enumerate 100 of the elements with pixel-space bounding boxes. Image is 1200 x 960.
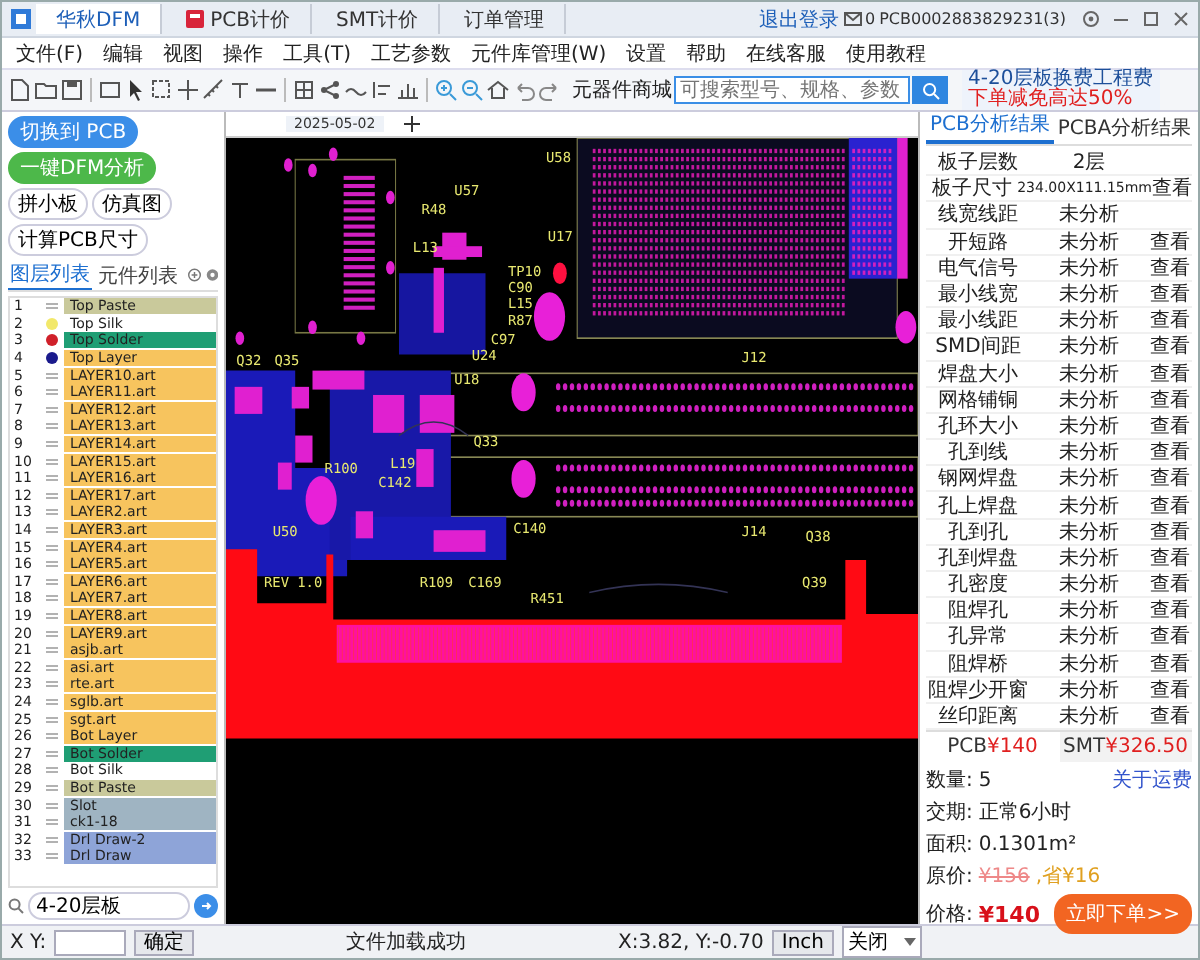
menu-item[interactable]: 使用教程: [836, 39, 937, 67]
chart-icon[interactable]: [396, 78, 420, 102]
app-tab[interactable]: 订单管理: [444, 4, 567, 34]
pointer-icon[interactable]: [124, 78, 148, 102]
view-link[interactable]: 查看: [1148, 332, 1192, 361]
view-link[interactable]: 查看: [1148, 622, 1192, 651]
folder-icon[interactable]: [34, 78, 58, 102]
tool-button[interactable]: 计算PCB尺寸: [8, 224, 148, 256]
view-link[interactable]: 查看: [1148, 517, 1192, 546]
saving-text: ,省¥16: [1035, 863, 1101, 891]
menu-item[interactable]: 操作: [213, 39, 274, 67]
save-icon[interactable]: [60, 78, 84, 102]
logout-link[interactable]: 退出登录: [759, 5, 839, 33]
mode-dropdown[interactable]: 关闭: [842, 926, 922, 958]
zoom-out-icon[interactable]: [460, 78, 484, 102]
menu-item[interactable]: 视图: [153, 39, 214, 67]
measure-icon[interactable]: [202, 78, 226, 102]
menu-item[interactable]: 工艺参数: [360, 39, 461, 67]
tool-button[interactable]: 拼小板: [8, 188, 88, 220]
color-dot[interactable]: [45, 352, 57, 365]
check-result: 未分析: [1057, 597, 1121, 625]
view-link[interactable]: 查看: [1148, 702, 1192, 731]
view-link[interactable]: 查看: [1148, 359, 1192, 388]
view-link[interactable]: 查看: [1148, 253, 1192, 282]
account-id: PCB0002883829231(3): [879, 10, 1066, 28]
menu-item[interactable]: 设置: [616, 39, 677, 67]
price-label: 价格:: [926, 901, 973, 929]
command-field[interactable]: 4-20层板: [28, 892, 190, 920]
check-result: 未分析: [1057, 651, 1121, 678]
view-link[interactable]: 查看: [1148, 438, 1192, 467]
settings-icon[interactable]: [205, 266, 218, 284]
select-box-icon[interactable]: [150, 78, 174, 102]
check-label: 孔环大小: [936, 413, 1020, 440]
close-icon[interactable]: [1172, 10, 1190, 28]
undo-icon[interactable]: [512, 78, 536, 102]
check-label: 阻焊桥: [946, 651, 1010, 678]
result-tab[interactable]: PCB分析结果: [926, 110, 1054, 144]
original-price-label: 原价:: [926, 864, 973, 891]
view-link[interactable]: 查看: [1148, 464, 1192, 493]
check-result: 未分析: [1057, 545, 1121, 572]
check-result: 未分析: [1057, 387, 1121, 414]
view-link[interactable]: 查看: [1148, 543, 1192, 572]
align-icon[interactable]: [370, 78, 394, 102]
panel-tab[interactable]: 元件列表: [96, 261, 180, 289]
menu-item[interactable]: 文件(F): [6, 39, 94, 67]
menu-item[interactable]: 编辑: [93, 39, 154, 67]
store-search-field[interactable]: 可搜索型号、规格、参数: [674, 76, 910, 104]
new-file-icon[interactable]: [8, 78, 32, 102]
app-tab[interactable]: SMT计价: [315, 4, 441, 34]
menu-item[interactable]: 在线客服: [736, 39, 837, 67]
view-link[interactable]: 查看: [1148, 227, 1192, 256]
unit-button[interactable]: Inch: [771, 929, 834, 955]
check-label: 阻焊少开窗: [926, 677, 1030, 704]
check-label: 电气信号: [936, 255, 1020, 282]
message-icon[interactable]: [843, 10, 861, 28]
frame-icon[interactable]: [98, 78, 122, 102]
view-link[interactable]: 查看: [1148, 649, 1192, 678]
panel-tab[interactable]: 图层列表: [8, 260, 92, 290]
move-icon[interactable]: [176, 78, 200, 102]
menu-item[interactable]: 帮助: [676, 39, 737, 67]
view-link[interactable]: 查看: [1148, 385, 1192, 414]
home-icon[interactable]: [486, 78, 510, 102]
redo-icon[interactable]: [538, 78, 562, 102]
app-tab[interactable]: PCB计价: [166, 4, 312, 34]
view-link[interactable]: 查看: [1148, 570, 1192, 599]
view-link[interactable]: 查看: [1148, 411, 1192, 440]
share-icon[interactable]: [318, 78, 342, 102]
menu-item[interactable]: 元件库管理(W): [460, 39, 617, 67]
view-link[interactable]: 查看: [1148, 675, 1192, 704]
check-label: 板子尺寸: [929, 175, 1014, 203]
zoom-in-icon[interactable]: [434, 78, 458, 102]
check-label: 焊盘大小: [936, 361, 1020, 388]
check-label: 孔密度: [946, 571, 1010, 599]
go-button[interactable]: [194, 894, 218, 918]
check-result: 未分析: [1057, 201, 1121, 229]
price-tab[interactable]: SMT¥326.50: [1059, 732, 1192, 763]
maximize-icon[interactable]: [1142, 10, 1160, 28]
menu-item[interactable]: 工具(T): [273, 39, 361, 67]
settings-icon[interactable]: [1082, 10, 1100, 28]
shipping-link[interactable]: 关于运费: [1112, 766, 1192, 795]
color-dot[interactable]: [45, 317, 57, 330]
check-label: 线宽线距: [936, 201, 1020, 229]
view-link[interactable]: 查看: [1152, 174, 1192, 203]
lead-time-label: 交期:: [926, 799, 973, 827]
confirm-button[interactable]: 确定: [134, 929, 195, 955]
view-link[interactable]: 查看: [1148, 596, 1192, 625]
color-dot[interactable]: [45, 334, 57, 347]
result-tab[interactable]: PCBA分析结果: [1053, 114, 1196, 144]
app-tab[interactable]: 华秋DFM: [36, 4, 163, 34]
tool-button[interactable]: 仿真图: [92, 188, 172, 220]
check-result: 未分析: [1057, 677, 1121, 704]
coordinate-field[interactable]: [54, 929, 127, 955]
grid-icon[interactable]: [292, 78, 316, 102]
check-result: 未分析: [1057, 571, 1121, 599]
view-link[interactable]: 查看: [1148, 306, 1192, 335]
check-result: 未分析: [1057, 307, 1121, 335]
view-link[interactable]: 查看: [1148, 491, 1192, 520]
add-icon[interactable]: [403, 116, 420, 132]
view-link[interactable]: 查看: [1148, 280, 1192, 309]
search-button[interactable]: [912, 76, 948, 104]
